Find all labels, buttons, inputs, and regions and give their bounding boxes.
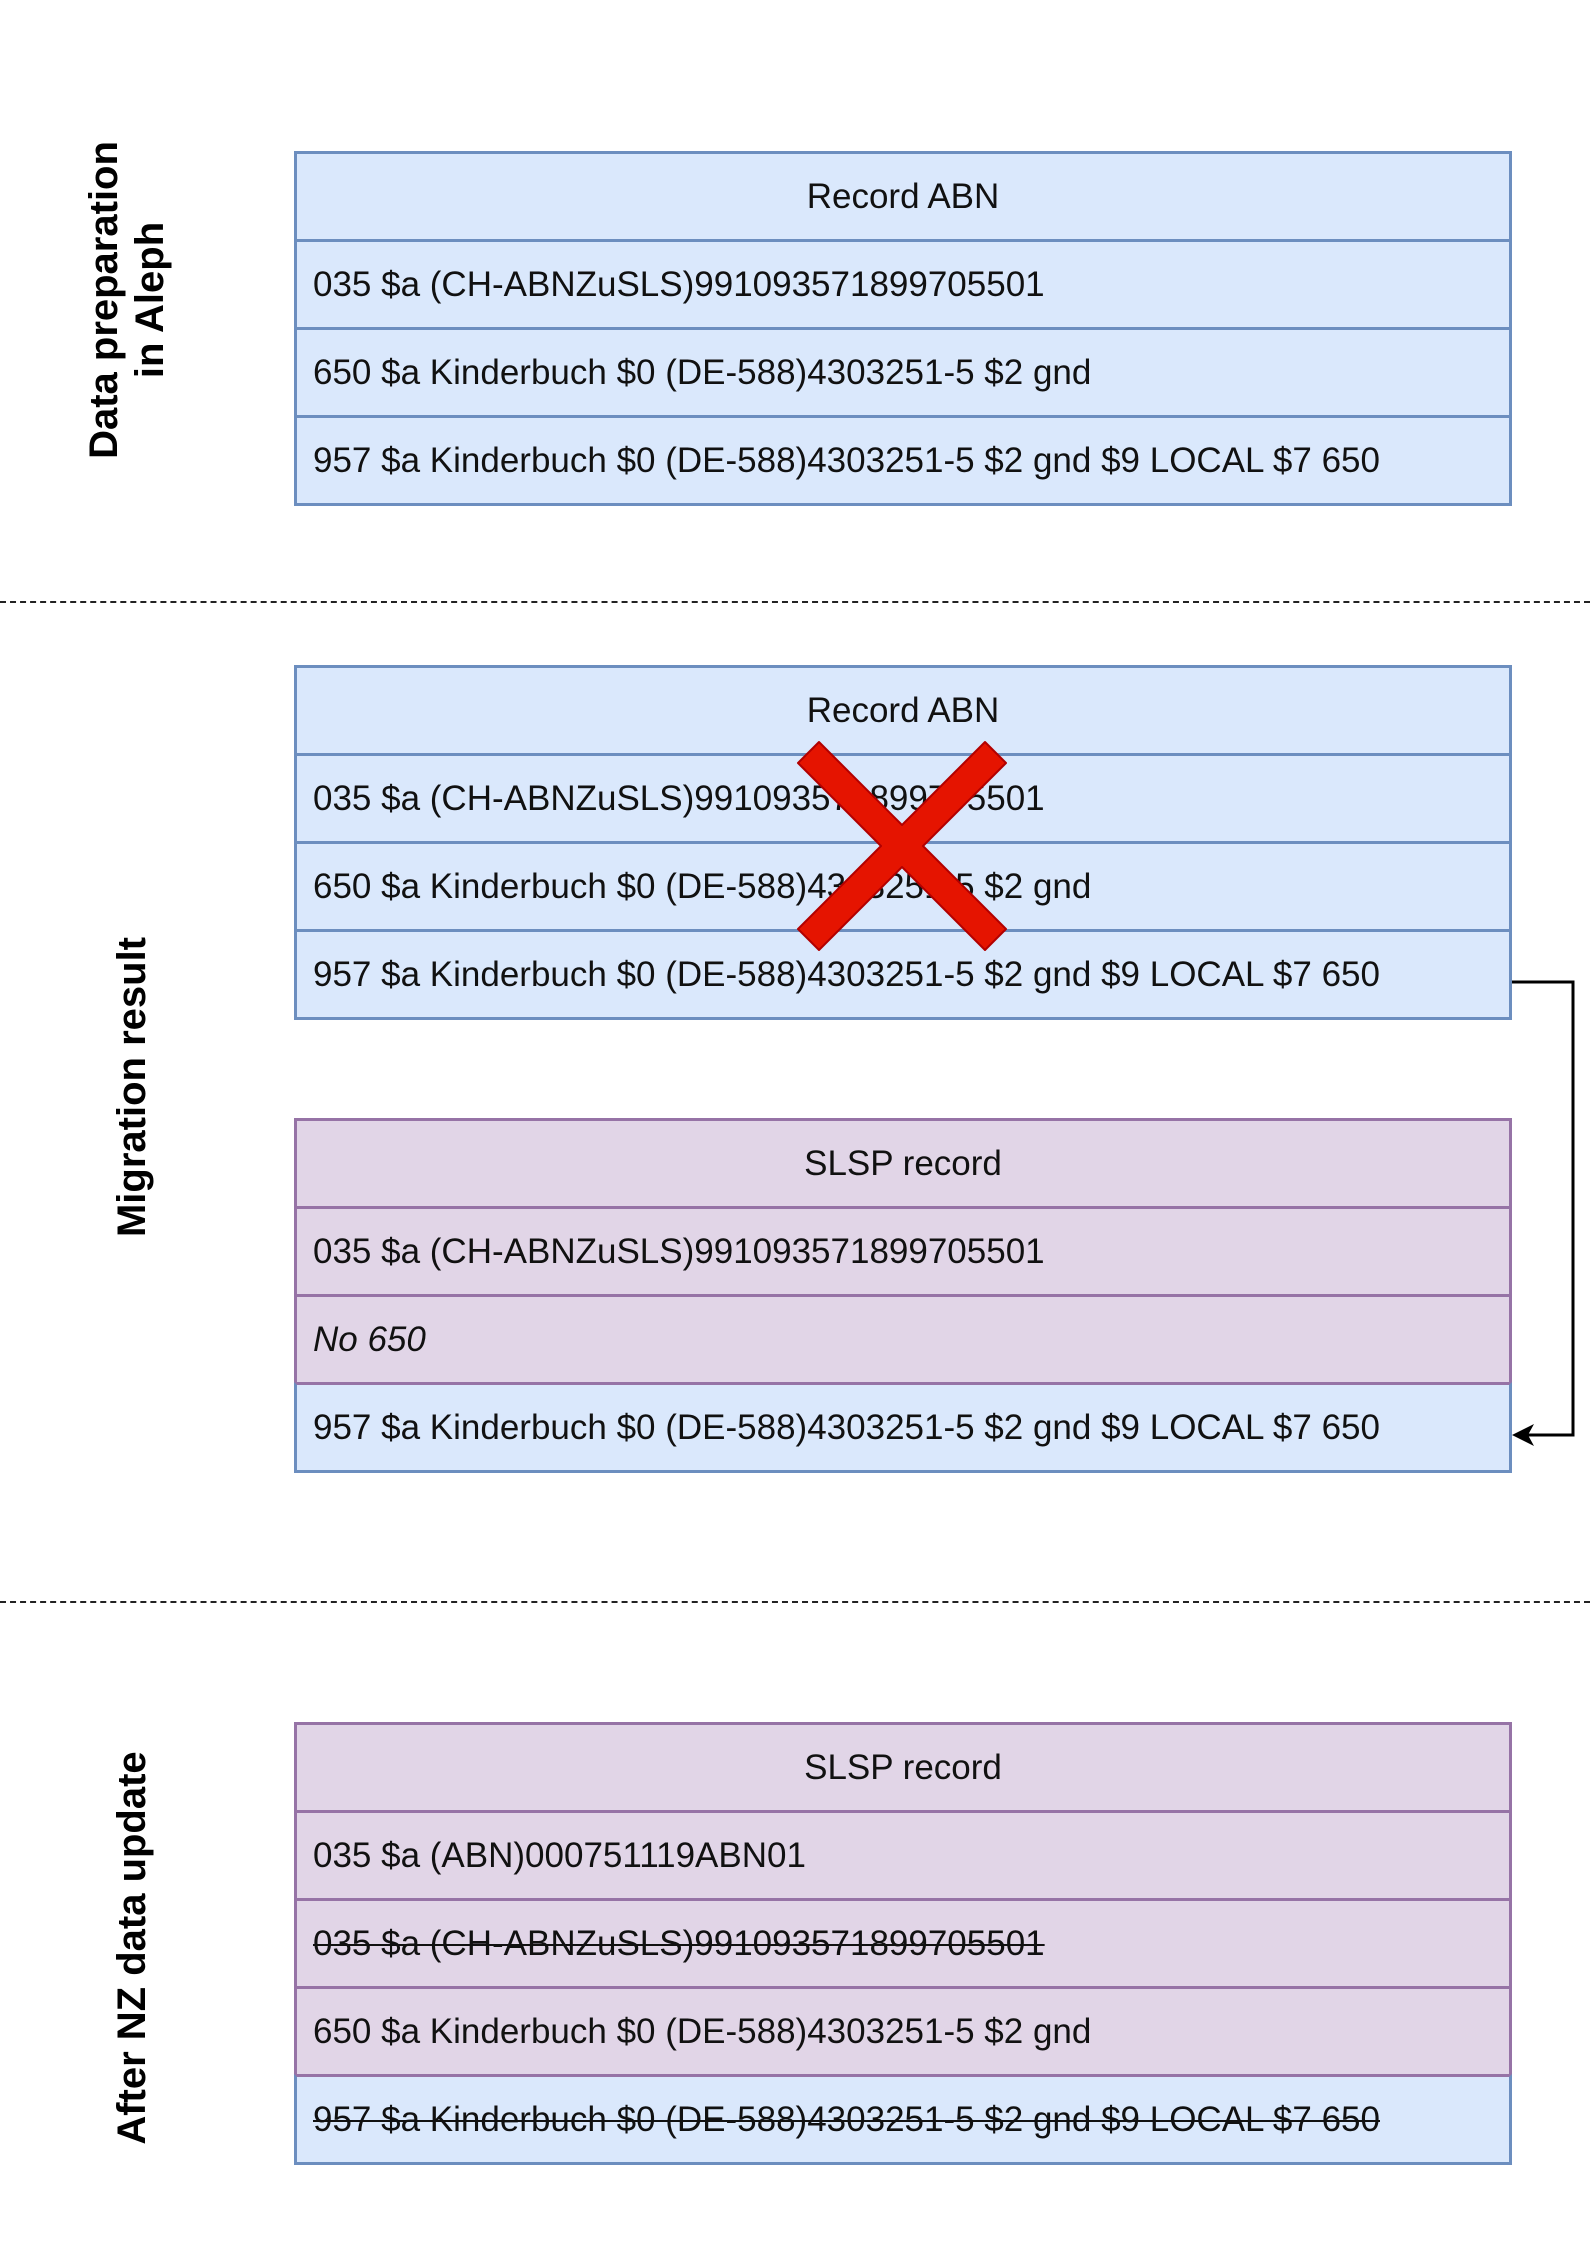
red-x-cross-icon (797, 741, 1007, 951)
arrow-connector (1512, 980, 1575, 1446)
diagram-overlay (797, 741, 1575, 1446)
